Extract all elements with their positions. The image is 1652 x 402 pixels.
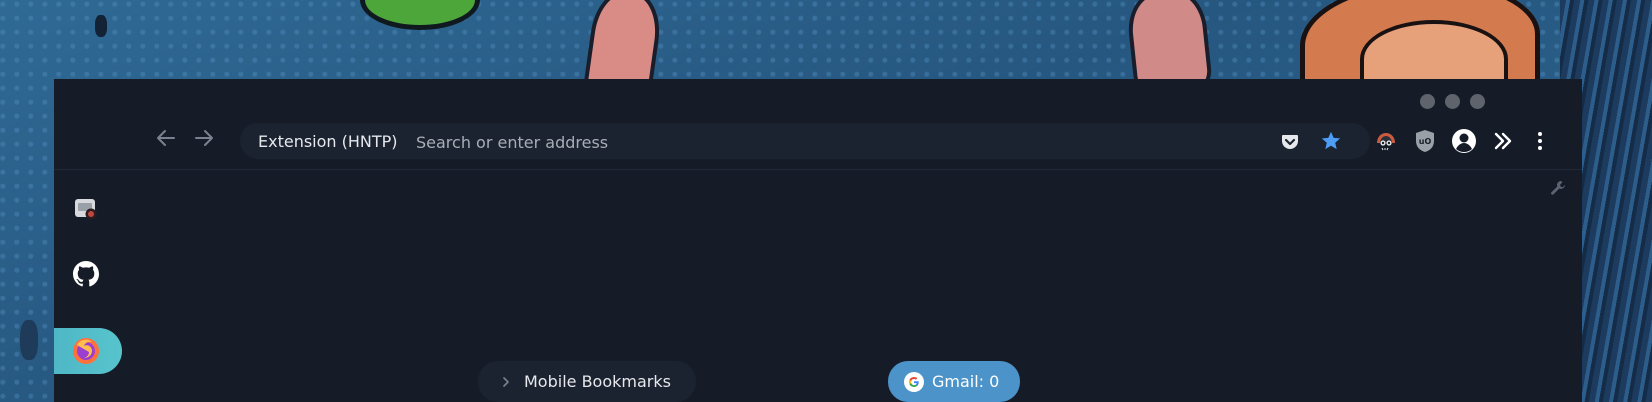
double-chevron-icon[interactable] [1489,127,1517,155]
wrench-icon[interactable] [1548,178,1568,198]
firefox-icon [70,335,102,367]
chevron-right-icon [498,376,514,388]
sidebar-active-highlight[interactable] [54,328,122,374]
bookmarks-folder-label: Mobile Bookmarks [524,372,671,391]
screen-capture-icon[interactable] [70,193,102,225]
nav-toolbar: Extension (HNTP) Search or enter address… [54,123,1582,167]
wallpaper-shape [95,15,107,37]
wallpaper-shape [20,320,38,360]
google-icon [904,371,924,392]
address-input[interactable] [414,128,978,156]
browser-window: Extension (HNTP) Search or enter address… [54,79,1582,402]
title-bar [54,79,1582,123]
kebab-menu-icon[interactable] [1526,127,1554,155]
pocket-icon[interactable] [1278,129,1302,153]
forward-button[interactable] [190,127,218,155]
close-dot[interactable] [1470,94,1485,109]
github-icon[interactable] [70,258,102,290]
ublock-origin-icon[interactable]: uO [1411,127,1439,155]
site-identity-label[interactable]: Extension (HNTP) [258,132,398,151]
bookmarks-folder-button[interactable]: Mobile Bookmarks [478,361,696,402]
arrow-left-icon [157,130,175,146]
minimize-dot[interactable] [1420,94,1435,109]
star-icon[interactable] [1318,128,1344,154]
gmail-button[interactable]: Gmail: 0 [888,361,1020,402]
arrow-right-icon [195,130,213,146]
wallpaper-shape [360,0,480,30]
maximize-dot[interactable] [1445,94,1460,109]
new-tab-page [54,170,1582,402]
back-button[interactable] [152,127,180,155]
svg-text:uO: uO [1419,137,1432,146]
account-icon[interactable] [1450,127,1478,155]
address-bar[interactable]: Extension (HNTP) [240,123,1370,159]
privacy-badger-icon[interactable] [1372,127,1400,155]
gmail-label: Gmail: 0 [932,372,1000,391]
